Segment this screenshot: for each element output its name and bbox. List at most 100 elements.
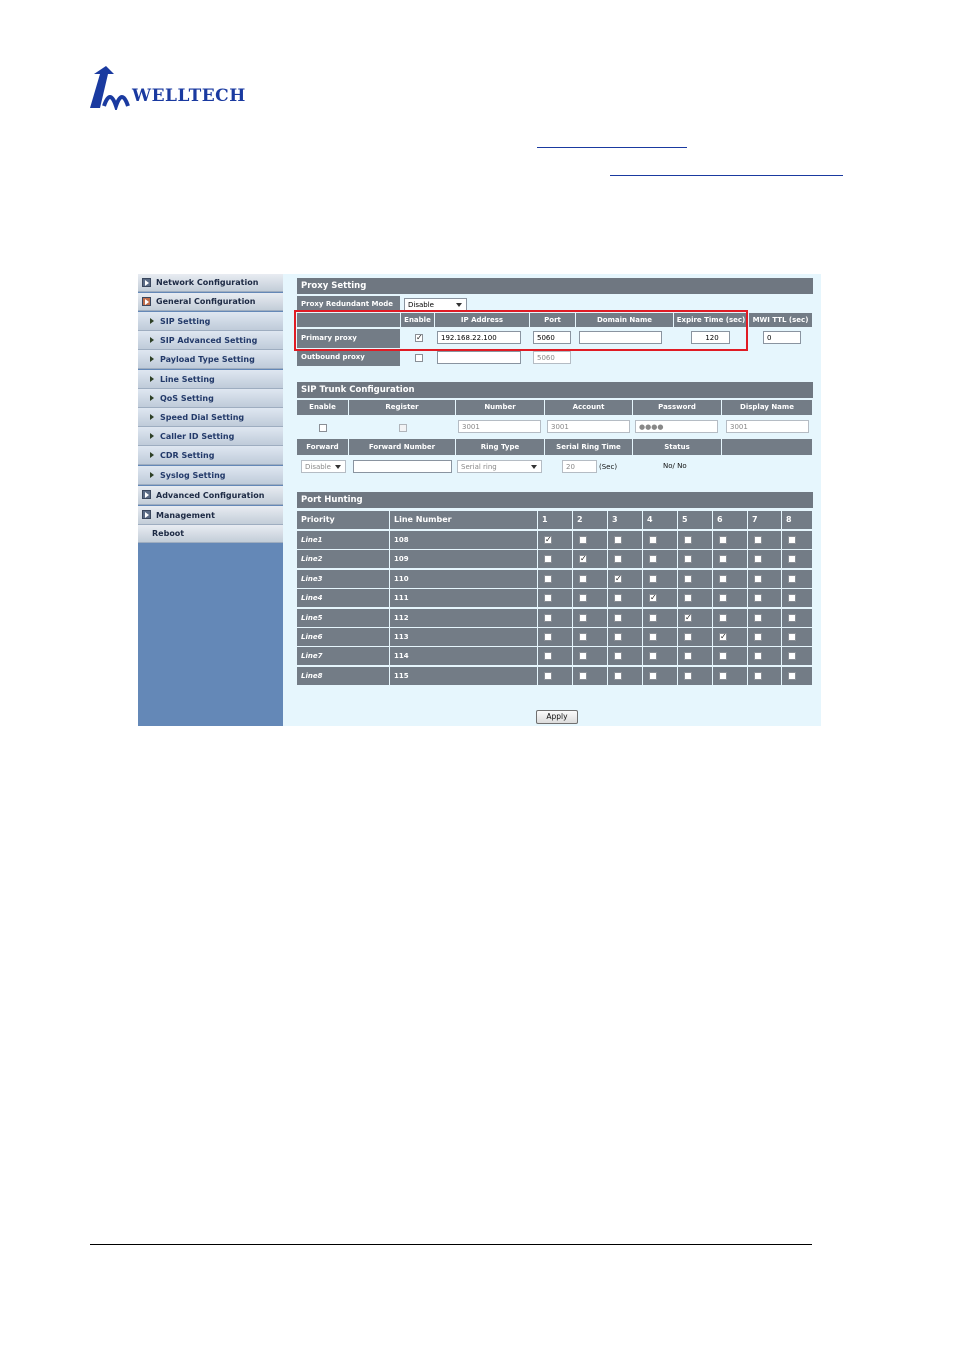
sidebar-item-cdr-setting[interactable]: CDR Setting bbox=[138, 446, 283, 465]
hunting-checkbox[interactable] bbox=[788, 555, 796, 564]
hunting-checkbox[interactable] bbox=[649, 652, 657, 661]
hunting-checkbox[interactable] bbox=[684, 594, 692, 603]
hunting-checkbox[interactable] bbox=[719, 594, 727, 603]
hunting-checkbox[interactable] bbox=[544, 633, 552, 641]
hunting-checkbox[interactable] bbox=[614, 555, 622, 564]
hunting-checkbox[interactable] bbox=[579, 633, 587, 641]
outbound-proxy-port-input[interactable]: 5060 bbox=[533, 351, 571, 364]
hunting-checkbox[interactable]: ✓ bbox=[649, 594, 657, 603]
trunk-enable-checkbox[interactable] bbox=[319, 424, 327, 432]
hunting-checkbox[interactable] bbox=[754, 594, 762, 603]
hunting-checkbox[interactable]: ✓ bbox=[719, 633, 727, 641]
hunting-checkbox[interactable] bbox=[544, 671, 552, 680]
hunting-checkbox[interactable] bbox=[684, 536, 692, 544]
hunting-checkbox[interactable] bbox=[788, 633, 796, 641]
hunting-checkbox[interactable] bbox=[544, 594, 552, 603]
hunting-checkbox[interactable] bbox=[649, 555, 657, 564]
hunting-checkbox[interactable] bbox=[544, 652, 552, 661]
hunting-cell bbox=[782, 550, 813, 569]
hunting-checkbox[interactable]: ✓ bbox=[684, 613, 692, 622]
hunting-checkbox[interactable] bbox=[684, 671, 692, 680]
hunting-checkbox[interactable] bbox=[614, 613, 622, 622]
hunting-header-col-1: 1 bbox=[538, 511, 573, 529]
sidebar-item-speed-dial-setting[interactable]: Speed Dial Setting bbox=[138, 408, 283, 427]
trunk-register-checkbox[interactable] bbox=[399, 424, 407, 432]
hunting-checkbox[interactable] bbox=[649, 633, 657, 641]
hunting-checkbox[interactable] bbox=[788, 613, 796, 622]
outbound-proxy-enable-checkbox[interactable] bbox=[415, 354, 423, 362]
hunting-checkbox[interactable] bbox=[614, 633, 622, 641]
hunting-cell bbox=[782, 589, 813, 608]
hunting-checkbox[interactable] bbox=[719, 613, 727, 622]
hunting-checkbox[interactable]: ✓ bbox=[614, 574, 622, 583]
hunting-checkbox[interactable] bbox=[614, 652, 622, 661]
hunting-checkbox[interactable] bbox=[649, 613, 657, 622]
hunting-checkbox[interactable] bbox=[754, 536, 762, 544]
trunk-number-input[interactable]: 3001 bbox=[458, 420, 541, 433]
hunting-checkbox[interactable] bbox=[579, 613, 587, 622]
hunting-checkbox[interactable] bbox=[544, 613, 552, 622]
sidebar-item-syslog-setting[interactable]: Syslog Setting bbox=[138, 466, 283, 485]
sidebar-item-advanced-configuration[interactable]: Advanced Configuration bbox=[138, 486, 283, 505]
arrow-icon bbox=[150, 356, 154, 362]
hunting-checkbox[interactable] bbox=[754, 671, 762, 680]
trunk-serial-time-input[interactable]: 20 bbox=[562, 460, 597, 473]
hunting-checkbox[interactable] bbox=[754, 633, 762, 641]
hunting-checkbox[interactable] bbox=[788, 652, 796, 661]
sidebar-item-payload-type-setting[interactable]: Payload Type Setting bbox=[138, 350, 283, 369]
hunting-checkbox[interactable] bbox=[788, 574, 796, 583]
hunting-checkbox[interactable] bbox=[754, 574, 762, 583]
hunting-checkbox[interactable] bbox=[719, 671, 727, 680]
trunk-password-input[interactable]: ●●●● bbox=[635, 420, 718, 433]
hunting-checkbox[interactable] bbox=[788, 594, 796, 603]
primary-proxy-mwi-input[interactable]: 0 bbox=[763, 331, 801, 344]
hunting-checkbox[interactable] bbox=[649, 671, 657, 680]
hunting-checkbox[interactable] bbox=[719, 555, 727, 564]
hunting-checkbox[interactable] bbox=[754, 613, 762, 622]
hunting-checkbox[interactable] bbox=[649, 574, 657, 583]
trunk-forward-select[interactable]: Disable bbox=[301, 460, 346, 473]
outbound-proxy-ip-input[interactable] bbox=[437, 351, 521, 364]
hunting-checkbox[interactable] bbox=[719, 574, 727, 583]
hunting-checkbox[interactable] bbox=[754, 652, 762, 661]
hunting-checkbox[interactable] bbox=[684, 574, 692, 583]
sidebar-item-reboot[interactable]: Reboot bbox=[138, 525, 283, 543]
hunting-checkbox[interactable] bbox=[684, 652, 692, 661]
trunk-account-input[interactable]: 3001 bbox=[547, 420, 630, 433]
trunk-serial-unit: (Sec) bbox=[599, 463, 618, 471]
sidebar-item-sip-setting[interactable]: SIP Setting bbox=[138, 312, 283, 331]
sidebar-item-qos-setting[interactable]: QoS Setting bbox=[138, 389, 283, 408]
hunting-checkbox[interactable] bbox=[579, 536, 587, 544]
hunting-checkbox[interactable] bbox=[719, 652, 727, 661]
hunting-checkbox[interactable] bbox=[788, 671, 796, 680]
hunting-checkbox[interactable] bbox=[614, 594, 622, 603]
hunting-checkbox[interactable] bbox=[754, 555, 762, 564]
sidebar-item-general-configuration[interactable]: General Configuration bbox=[138, 293, 283, 311]
hunting-checkbox[interactable] bbox=[684, 633, 692, 641]
hunting-checkbox[interactable] bbox=[579, 594, 587, 603]
hunting-checkbox[interactable] bbox=[614, 671, 622, 680]
hunting-checkbox[interactable] bbox=[788, 536, 796, 544]
sidebar-item-sip-advanced-setting[interactable]: SIP Advanced Setting bbox=[138, 331, 283, 350]
hunting-checkbox[interactable]: ✓ bbox=[544, 536, 552, 544]
hunting-checkbox[interactable] bbox=[579, 652, 587, 661]
hunting-checkbox[interactable] bbox=[719, 536, 727, 544]
hunting-checkbox[interactable] bbox=[614, 536, 622, 544]
sidebar-item-line-setting[interactable]: Line Setting bbox=[138, 370, 283, 389]
sidebar-item-caller-id-setting[interactable]: Caller ID Setting bbox=[138, 427, 283, 446]
trunk-header-blank bbox=[722, 439, 813, 455]
trunk-ring-type-select[interactable]: Serial ring bbox=[457, 460, 542, 473]
sidebar-item-management[interactable]: Management bbox=[138, 506, 283, 525]
hunting-checkbox[interactable]: ✓ bbox=[579, 555, 587, 564]
hunting-checkbox[interactable] bbox=[579, 574, 587, 583]
sidebar-item-network-configuration[interactable]: Network Configuration bbox=[138, 274, 283, 292]
hunting-checkbox[interactable] bbox=[649, 536, 657, 544]
hunting-cell bbox=[782, 531, 813, 549]
trunk-forward-number-input[interactable] bbox=[353, 460, 452, 473]
hunting-checkbox[interactable] bbox=[544, 555, 552, 564]
hunting-checkbox[interactable] bbox=[544, 574, 552, 583]
apply-button[interactable]: Apply bbox=[536, 710, 578, 724]
trunk-display-name-input[interactable]: 3001 bbox=[726, 420, 809, 433]
hunting-checkbox[interactable] bbox=[684, 555, 692, 564]
hunting-checkbox[interactable] bbox=[579, 671, 587, 680]
